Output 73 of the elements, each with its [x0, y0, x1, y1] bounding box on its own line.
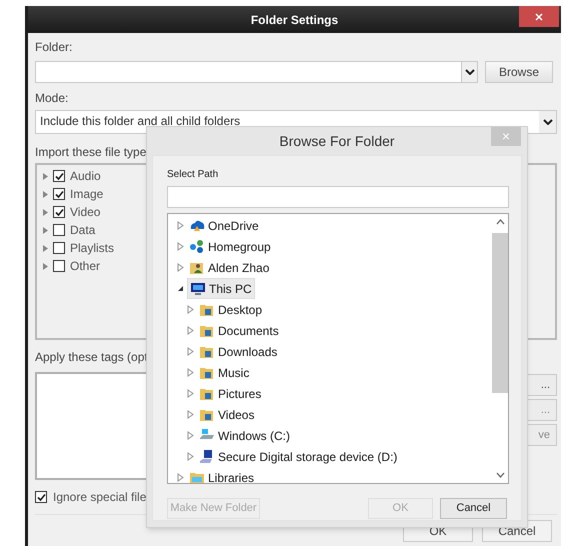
checkbox[interactable]: [53, 260, 65, 272]
collapsed-arrow-icon[interactable]: [186, 389, 194, 398]
network-icon: [189, 239, 205, 254]
tree-item[interactable]: This PC: [187, 278, 255, 299]
tree-item[interactable]: Desktop: [197, 299, 264, 320]
file-type-label: Other: [70, 258, 100, 275]
file-type-label: Data: [70, 222, 96, 239]
expand-arrow-icon[interactable]: [43, 172, 48, 180]
cloud-icon: [189, 218, 205, 233]
dialog-title: Browse For Folder: [279, 132, 395, 150]
dropdown-caret-icon: [464, 69, 474, 75]
dialog-button[interactable]: Cancel: [440, 498, 507, 519]
folder-combo-field[interactable]: [35, 61, 478, 83]
expand-arrow-icon[interactable]: [43, 190, 48, 198]
window-title: Folder Settings: [250, 12, 338, 28]
collapsed-arrow-icon[interactable]: [176, 263, 184, 272]
select-path-label: Select Path: [167, 168, 220, 182]
folder-icon: [199, 302, 215, 317]
close-icon: [535, 12, 543, 20]
collapsed-arrow-icon[interactable]: [186, 305, 194, 314]
collapsed-arrow-icon[interactable]: [176, 221, 184, 230]
checkbox[interactable]: [53, 242, 65, 254]
checkbox[interactable]: [53, 170, 65, 182]
file-type-label: Image: [70, 186, 104, 203]
tree-item[interactable]: Music: [197, 362, 252, 383]
tree-item[interactable]: Alden Zhao: [187, 257, 272, 278]
collapsed-arrow-icon[interactable]: [176, 242, 184, 251]
file-types-label: Import these file type: [35, 144, 146, 161]
path-field[interactable]: [167, 186, 509, 208]
folder-label: Folder:: [35, 39, 72, 56]
tree-item[interactable]: Homegroup: [187, 236, 273, 257]
mode-label: Mode:: [35, 90, 68, 107]
dropdown-caret-icon: [542, 119, 552, 125]
folder-icon: [199, 344, 215, 359]
close-button[interactable]: [519, 6, 559, 27]
user-folder-icon: [189, 260, 205, 275]
collapsed-arrow-icon[interactable]: [186, 410, 194, 419]
tree-item[interactable]: Documents: [197, 320, 281, 341]
tree-item[interactable]: Secure Digital storage device (D:): [197, 446, 400, 467]
checkbox[interactable]: [53, 188, 65, 200]
expand-arrow-icon[interactable]: [43, 208, 48, 216]
collapsed-arrow-icon[interactable]: [176, 473, 184, 482]
tree-item[interactable]: Libraries: [187, 467, 256, 483]
collapsed-arrow-icon[interactable]: [186, 347, 194, 356]
checkbox[interactable]: [35, 491, 47, 503]
expand-arrow-icon[interactable]: [43, 262, 48, 270]
tree-item[interactable]: Videos: [197, 404, 256, 425]
checkbox[interactable]: [53, 224, 65, 236]
tree-item[interactable]: Pictures: [197, 383, 264, 404]
collapsed-arrow-icon[interactable]: [186, 452, 194, 461]
folder-icon: [199, 323, 215, 338]
checkbox[interactable]: [53, 206, 65, 218]
browse-button[interactable]: Browse: [485, 61, 553, 83]
library-icon: [189, 470, 205, 483]
computer-icon: [190, 281, 206, 296]
ignore-special-label: Ignore special file: [53, 489, 146, 506]
scrollbar-thumb[interactable]: [492, 233, 508, 393]
folder-icon: [199, 386, 215, 401]
collapsed-arrow-icon[interactable]: [186, 326, 194, 335]
folder-icon: [199, 365, 215, 380]
file-type-label: Playlists: [70, 240, 114, 257]
removable-drive-icon: [199, 449, 215, 464]
file-type-label: Audio: [70, 168, 101, 185]
tree-item[interactable]: Downloads: [197, 341, 280, 362]
folder-icon: [199, 407, 215, 422]
tree-item[interactable]: Windows (C:): [197, 425, 292, 446]
expanded-arrow-icon[interactable]: [176, 285, 184, 292]
file-type-label: Video: [70, 204, 100, 221]
expand-arrow-icon[interactable]: [43, 244, 48, 252]
collapsed-arrow-icon[interactable]: [186, 431, 194, 440]
collapsed-arrow-icon[interactable]: [186, 368, 194, 377]
tree-item[interactable]: OneDrive: [187, 215, 261, 236]
expand-arrow-icon[interactable]: [43, 226, 48, 234]
